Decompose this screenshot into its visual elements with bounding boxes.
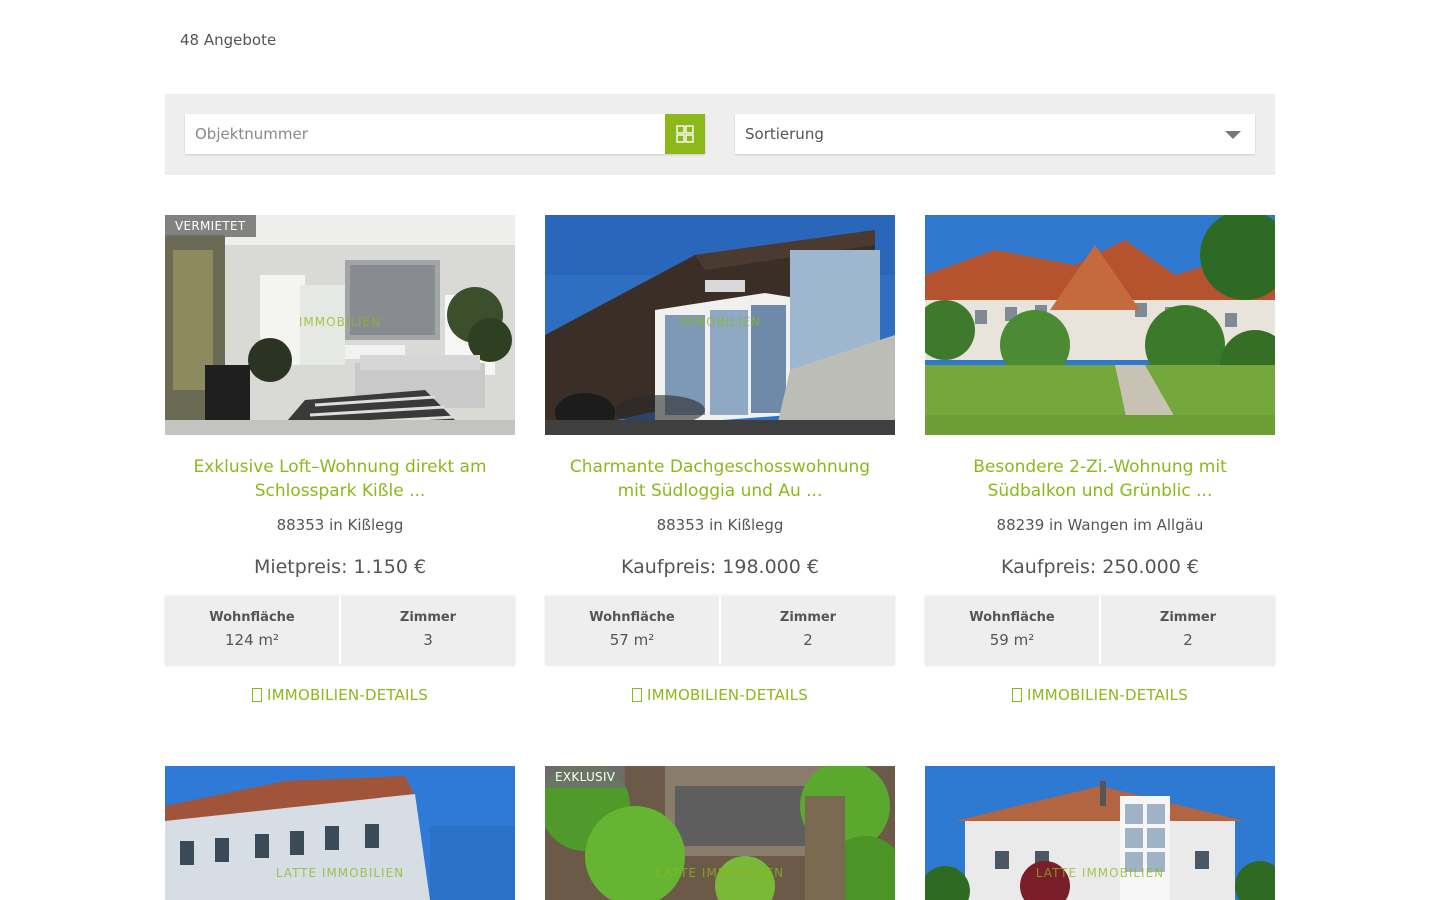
- property-card: IMMOBILIEN Charmante Dachgeschosswohnung…: [545, 215, 895, 704]
- property-image[interactable]: [925, 215, 1275, 435]
- property-price: Kaufpreis: 250.000 €: [1001, 556, 1199, 578]
- details-label: IMMOBILIEN-DETAILS: [1027, 686, 1188, 704]
- property-location: 88239 in Wangen im Allgäu: [996, 516, 1204, 534]
- status-badge: VERMIETET: [165, 215, 256, 237]
- property-card: VERMIETET IMMOBILIEN Exklusive Loft–Wohn…: [165, 215, 515, 704]
- fact-value: 2: [803, 631, 813, 649]
- fact-value: 57 m²: [609, 631, 655, 649]
- property-card: Besondere 2-Zi.-Wohnung mit Südbalkon un…: [925, 215, 1275, 704]
- sort-label: Sortierung: [745, 125, 824, 143]
- fact-value: 2: [1183, 631, 1193, 649]
- property-price: Kaufpreis: 198.000 €: [621, 556, 819, 578]
- details-link[interactable]: IMMOBILIEN-DETAILS: [165, 686, 515, 704]
- watermark: LATTE IMMOBILIEN: [655, 866, 785, 880]
- fact-label: Wohnfläche: [969, 610, 1055, 625]
- title-line: Schlosspark Kißle ...: [254, 481, 426, 501]
- details-label: IMMOBILIEN-DETAILS: [647, 686, 808, 704]
- offer-count: 48 Angebote: [180, 31, 277, 49]
- apartment-building-photo: [925, 215, 1275, 435]
- fact-label: Zimmer: [779, 610, 837, 625]
- property-price: Mietpreis: 1.150 €: [253, 556, 427, 578]
- grid-search-icon: [676, 125, 694, 143]
- title-line: mit Südloggia und Au ...: [617, 481, 823, 501]
- fact-rooms: Zimmer 2: [1099, 596, 1275, 664]
- property-title[interactable]: Exklusive Loft–Wohnung direkt am Schloss…: [165, 455, 515, 503]
- property-location: 88353 in Kißlegg: [656, 516, 784, 534]
- fact-value: 59 m²: [989, 631, 1035, 649]
- title-line: Charmante Dachgeschosswohnung: [569, 457, 871, 477]
- property-image[interactable]: LATTE IMMOBILIEN: [165, 766, 515, 900]
- fact-label: Zimmer: [399, 610, 457, 625]
- document-icon: [252, 688, 263, 702]
- fact-value: 124 m²: [224, 631, 280, 649]
- filter-bar: Sortierung: [165, 94, 1275, 175]
- watermark: LATTE IMMOBILIEN: [275, 866, 405, 880]
- fact-rooms: Zimmer 2: [719, 596, 895, 664]
- title-line: Südbalkon und Grünblic ...: [987, 481, 1213, 501]
- fact-area: Wohnfläche 57 m²: [545, 596, 719, 664]
- document-icon: [1012, 688, 1023, 702]
- property-image[interactable]: IMMOBILIEN: [545, 215, 895, 435]
- property-facts: Wohnfläche 59 m² Zimmer 2: [925, 596, 1275, 664]
- property-facts: Wohnfläche 124 m² Zimmer 3: [165, 596, 515, 664]
- fact-label: Wohnfläche: [589, 610, 675, 625]
- title-line: Besondere 2-Zi.-Wohnung mit: [973, 457, 1227, 477]
- property-title[interactable]: Charmante Dachgeschosswohnung mit Südlog…: [545, 455, 895, 503]
- fact-value: 3: [423, 631, 433, 649]
- status-badge: EXKLUSIV: [545, 766, 626, 788]
- watermark: IMMOBILIEN: [298, 315, 382, 329]
- object-number-search: [185, 114, 705, 154]
- property-card: EXKLUSIV LATTE IMMOBILIEN: [545, 766, 895, 900]
- watermark: LATTE IMMOBILIEN: [1035, 866, 1165, 880]
- details-link[interactable]: IMMOBILIEN-DETAILS: [545, 686, 895, 704]
- fact-area: Wohnfläche 59 m²: [925, 596, 1099, 664]
- property-image[interactable]: VERMIETET IMMOBILIEN: [165, 215, 515, 435]
- sort-select[interactable]: Sortierung: [735, 114, 1255, 154]
- chevron-down-icon: [1225, 131, 1241, 139]
- fact-area: Wohnfläche 124 m²: [165, 596, 339, 664]
- property-card: LATTE IMMOBILIEN: [925, 766, 1275, 900]
- document-icon: [632, 688, 643, 702]
- property-facts: Wohnfläche 57 m² Zimmer 2: [545, 596, 895, 664]
- property-location: 88353 in Kißlegg: [276, 516, 404, 534]
- search-button[interactable]: [665, 114, 705, 154]
- title-line: Exklusive Loft–Wohnung direkt am: [193, 457, 487, 477]
- property-image[interactable]: LATTE IMMOBILIEN: [925, 766, 1275, 900]
- property-image[interactable]: EXKLUSIV LATTE IMMOBILIEN: [545, 766, 895, 900]
- fact-label: Wohnfläche: [209, 610, 295, 625]
- object-number-input[interactable]: [185, 114, 665, 154]
- details-label: IMMOBILIEN-DETAILS: [267, 686, 428, 704]
- watermark: IMMOBILIEN: [678, 315, 762, 329]
- details-link[interactable]: IMMOBILIEN-DETAILS: [925, 686, 1275, 704]
- fact-rooms: Zimmer 3: [339, 596, 515, 664]
- property-title[interactable]: Besondere 2-Zi.-Wohnung mit Südbalkon un…: [925, 455, 1275, 503]
- property-card: LATTE IMMOBILIEN: [165, 766, 515, 900]
- fact-label: Zimmer: [1159, 610, 1217, 625]
